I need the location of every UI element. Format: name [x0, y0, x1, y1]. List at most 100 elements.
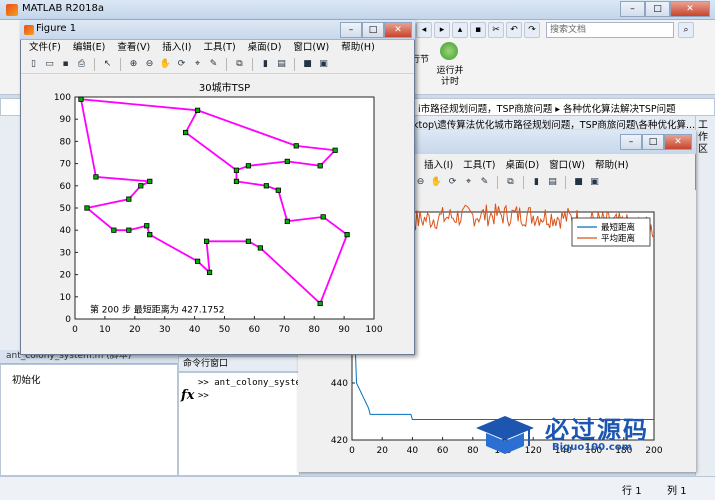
- toolbar-separator: [120, 58, 121, 71]
- city-marker: [233, 167, 240, 173]
- print-icon[interactable]: ⎙: [75, 58, 88, 71]
- details-text: 初始化: [12, 375, 41, 386]
- menu-window[interactable]: 窗口(W): [293, 40, 329, 56]
- data-cursor-icon[interactable]: ⌖: [462, 176, 475, 189]
- figure1-maximize-button[interactable]: □: [362, 22, 384, 38]
- save-icon[interactable]: ▪: [59, 58, 72, 71]
- figure2-minimize-button[interactable]: –: [620, 134, 642, 150]
- new-icon[interactable]: ▯: [27, 58, 40, 71]
- menu-desktop[interactable]: 桌面(D): [248, 40, 282, 56]
- command-prompt[interactable]: >>: [198, 391, 209, 401]
- figure2-menu-tools[interactable]: 工具(T): [463, 157, 495, 173]
- legend-icon[interactable]: ▤: [546, 176, 559, 189]
- toolbar-separator: [497, 175, 498, 189]
- menu-help[interactable]: 帮助(H): [341, 40, 375, 56]
- search-icon[interactable]: ⌕: [678, 22, 694, 38]
- zoom-out-icon[interactable]: ⊖: [414, 176, 427, 189]
- toolstrip-save-icon[interactable]: ▪: [470, 22, 486, 38]
- fx-icon[interactable]: fx: [181, 388, 194, 403]
- show-plot-tools-icon[interactable]: ▣: [588, 176, 601, 189]
- city-marker: [126, 196, 132, 202]
- watermark-logo: [476, 416, 534, 454]
- x-tick-label: 30: [159, 325, 171, 335]
- y-tick-label: 10: [60, 293, 72, 303]
- menu-edit[interactable]: 编辑(E): [73, 40, 105, 56]
- x-tick-label: 10: [99, 325, 111, 335]
- y-tick-label: 440: [331, 379, 348, 389]
- maximize-button[interactable]: □: [645, 1, 670, 17]
- run-and-time-icon[interactable]: [440, 42, 458, 60]
- editor-file-path[interactable]: ktop\遗传算法优化城市路径规划问题，TSP商旅问题\各种优化算...: [413, 117, 695, 131]
- city-marker: [111, 227, 117, 233]
- figure2-menu-window[interactable]: 窗口(W): [549, 157, 585, 173]
- search-input[interactable]: 搜索文档: [546, 22, 674, 38]
- pan-icon[interactable]: ✋: [159, 58, 172, 71]
- figure1-menubar: 文件(F) 编辑(E) 查看(V) 插入(I) 工具(T) 桌面(D) 窗口(W…: [21, 40, 414, 56]
- city-marker: [78, 96, 84, 102]
- hide-plot-tools-icon[interactable]: ■: [301, 58, 314, 71]
- city-marker: [147, 232, 153, 238]
- city-marker: [344, 232, 350, 238]
- minimize-button[interactable]: –: [620, 1, 645, 17]
- colorbar-icon[interactable]: ▮: [259, 58, 272, 71]
- x-tick-label: 20: [376, 446, 388, 456]
- pointer-icon[interactable]: ↖: [101, 58, 114, 71]
- y-tick-label: 90: [60, 115, 72, 125]
- workspace-collapsed-panel[interactable]: [695, 116, 715, 476]
- menu-view[interactable]: 查看(V): [117, 40, 150, 56]
- city-marker: [126, 227, 132, 233]
- pan-icon[interactable]: ✋: [430, 176, 443, 189]
- figure2-maximize-button[interactable]: □: [642, 134, 664, 150]
- menu-file[interactable]: 文件(F): [29, 40, 61, 56]
- show-plot-tools-icon[interactable]: ▣: [317, 58, 330, 71]
- watermark-url: Biguo100.com: [552, 442, 633, 453]
- city-marker: [203, 238, 210, 244]
- toolstrip-forward-icon[interactable]: ▸: [434, 22, 450, 38]
- link-icon[interactable]: ⧉: [504, 176, 517, 189]
- zoom-out-icon[interactable]: ⊖: [143, 58, 156, 71]
- y-tick-label: 30: [60, 248, 72, 258]
- city-marker: [206, 269, 213, 275]
- city-marker: [257, 245, 263, 251]
- figure2-menu-insert[interactable]: 插入(I): [424, 157, 453, 173]
- menu-insert[interactable]: 插入(I): [162, 40, 191, 56]
- x-tick-label: 0: [72, 325, 78, 335]
- city-marker: [245, 238, 252, 244]
- rotate-icon[interactable]: ⟳: [446, 176, 459, 189]
- rotate-icon[interactable]: ⟳: [175, 58, 188, 71]
- x-tick-label: 60: [249, 325, 261, 335]
- run-and-time-button[interactable]: 运行并 计时: [432, 66, 468, 88]
- legend-icon[interactable]: ▤: [275, 58, 288, 71]
- close-button[interactable]: ✕: [670, 1, 710, 17]
- workspace-label[interactable]: 工作区: [698, 120, 710, 156]
- city-marker: [320, 214, 326, 220]
- y-tick-label: 80: [60, 137, 72, 147]
- figure2-menubar: 插入(I) 工具(T) 桌面(D) 窗口(W) 帮助(H): [410, 157, 695, 173]
- figure1-minimize-button[interactable]: –: [340, 22, 362, 38]
- toolbar-separator: [523, 175, 524, 189]
- toolstrip-undo-icon[interactable]: ↶: [506, 22, 522, 38]
- city-marker: [293, 143, 299, 149]
- toolstrip-cut-icon[interactable]: ✂: [488, 22, 504, 38]
- figure2-menu-help[interactable]: 帮助(H): [595, 157, 629, 173]
- open-icon[interactable]: ▭: [43, 58, 56, 71]
- brush-icon[interactable]: ✎: [478, 176, 491, 189]
- figure1-close-button[interactable]: ✕: [384, 22, 412, 38]
- toolstrip-back-icon[interactable]: ◂: [416, 22, 432, 38]
- toolstrip-up-icon[interactable]: ▴: [452, 22, 468, 38]
- figure2-menu-desktop[interactable]: 桌面(D): [505, 157, 539, 173]
- toolstrip-redo-icon[interactable]: ↷: [524, 22, 540, 38]
- brush-icon[interactable]: ✎: [207, 58, 220, 71]
- data-cursor-icon[interactable]: ⌖: [191, 58, 204, 71]
- city-marker: [93, 174, 99, 180]
- link-icon[interactable]: ⧉: [233, 58, 246, 71]
- address-path[interactable]: i市路径规划问题，TSP商旅问题 ▸ 各种优化算法解决TSP问题: [418, 101, 676, 115]
- colorbar-icon[interactable]: ▮: [530, 176, 543, 189]
- menu-tools[interactable]: 工具(T): [203, 40, 235, 56]
- figure2-close-button[interactable]: ✕: [664, 134, 692, 150]
- x-tick-label: 20: [129, 325, 141, 335]
- toolbar-separator: [294, 58, 295, 71]
- hide-plot-tools-icon[interactable]: ■: [572, 176, 585, 189]
- zoom-in-icon[interactable]: ⊕: [127, 58, 140, 71]
- x-tick-label: 200: [645, 446, 662, 456]
